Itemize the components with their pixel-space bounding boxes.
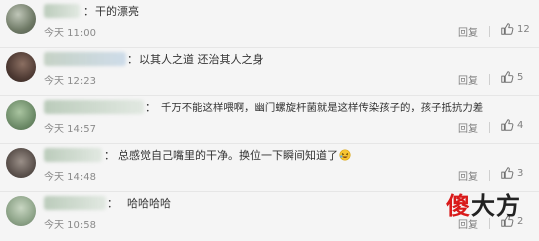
watermark-logo: 傻大方 [446,186,521,221]
reply-button[interactable]: 回复 [458,168,478,183]
username-blurred[interactable] [44,148,102,162]
comment-text-body: 总感觉自己嘴里的干净。换位一下瞬间知道了 [118,149,338,162]
username-blurred[interactable] [44,4,80,18]
comment-time: 今天 14:48 [44,172,96,183]
username-colon: ： [104,149,115,162]
avatar[interactable] [6,52,36,82]
watermark-char: 傻 [446,191,471,220]
comment-time: 今天 11:00 [44,28,96,39]
comment-item: ： 千万不能这样喂啊，幽门螺旋杆菌就是这样传染孩子的，孩子抵抗力差 今天 14:… [0,96,539,144]
username-colon: ： [83,5,94,18]
comment-time: 今天 10:58 [44,220,96,231]
avatar[interactable] [6,196,36,226]
username-blurred[interactable] [44,100,144,114]
reply-button[interactable]: 回复 [458,120,478,135]
comment-text: 干的漂亮 [95,5,139,18]
comment-time: 今天 12:23 [44,76,96,87]
thumbs-up-icon[interactable] [500,166,514,180]
thumbs-up-icon[interactable] [500,118,514,132]
avatar[interactable] [6,4,36,34]
reply-button[interactable]: 回复 [458,72,478,87]
username-colon: ： [145,101,156,114]
like-count: 3 [517,168,524,179]
divider [489,122,490,133]
comment-item: ： 干的漂亮 今天 11:00 回复 12 [0,0,539,48]
comment-time: 今天 14:57 [44,124,96,135]
laughing-emoji-icon [339,149,351,161]
comment-item: ： 以其人之道 还治其人之身 今天 12:23 回复 5 [0,48,539,96]
divider [489,26,490,37]
comment-item: ： 总感觉自己嘴里的干净。换位一下瞬间知道了 今天 14:48 回复 3 [0,144,539,192]
username-blurred[interactable] [44,196,106,210]
thumbs-up-icon[interactable] [500,70,514,84]
like-count: 5 [517,72,524,83]
thumbs-up-icon[interactable] [500,22,514,36]
divider [489,170,490,181]
username-colon: ： [107,197,118,210]
like-count: 4 [517,120,524,131]
username-colon: ： [127,53,138,66]
like-count: 12 [517,24,530,35]
comment-text: 哈哈哈哈 [127,197,171,210]
reply-button[interactable]: 回复 [458,24,478,39]
watermark-text: 大方 [471,191,521,220]
divider [489,74,490,85]
avatar[interactable] [6,100,36,130]
comment-text: 千万不能这样喂啊，幽门螺旋杆菌就是这样传染孩子的，孩子抵抗力差 [161,102,484,114]
username-blurred[interactable] [44,52,126,66]
comment-text: 以其人之道 还治其人之身 [139,53,264,66]
avatar[interactable] [6,148,36,178]
comment-text: 总感觉自己嘴里的干净。换位一下瞬间知道了 [118,147,351,163]
